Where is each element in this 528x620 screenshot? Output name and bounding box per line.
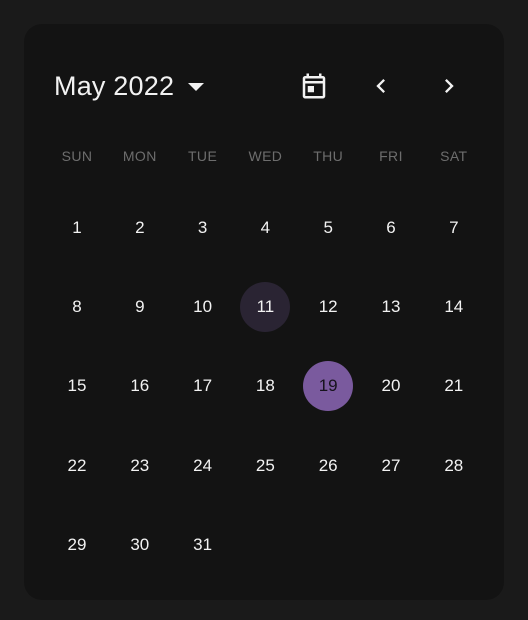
day-14[interactable]: 14	[429, 282, 479, 332]
day-25[interactable]: 25	[240, 441, 290, 491]
weekday-label-sat: SAT	[440, 148, 468, 164]
weekday-label-fri: FRI	[379, 148, 403, 164]
day-28[interactable]: 28	[429, 441, 479, 491]
day-7[interactable]: 7	[429, 203, 479, 253]
day-1[interactable]: 1	[52, 203, 102, 253]
day-12[interactable]: 12	[303, 282, 353, 332]
day-2[interactable]: 2	[115, 203, 165, 253]
day-10[interactable]: 10	[178, 282, 228, 332]
day-6[interactable]: 6	[366, 203, 416, 253]
day-22[interactable]: 22	[52, 441, 102, 491]
weekday-label-wed: WED	[248, 148, 283, 164]
day-20[interactable]: 20	[366, 361, 416, 411]
weekday-label-thu: THU	[313, 148, 344, 164]
day-8[interactable]: 8	[52, 282, 102, 332]
day-16[interactable]: 16	[115, 361, 165, 411]
day-24[interactable]: 24	[178, 441, 228, 491]
day-29[interactable]: 29	[52, 520, 102, 570]
day-31[interactable]: 31	[178, 520, 228, 570]
day-23[interactable]: 23	[115, 441, 165, 491]
date-picker-card: May 2022 SUN MON TUE WED THU FRI SAT 123456789…	[24, 24, 504, 600]
day-13[interactable]: 13	[366, 282, 416, 332]
calendar-header: May 2022	[24, 64, 504, 108]
day-11[interactable]: 11	[240, 282, 291, 333]
weekday-label-sun: SUN	[61, 148, 93, 164]
weekday-header-row: SUN MON TUE WED THU FRI SAT	[24, 148, 504, 172]
day-18[interactable]: 18	[240, 361, 290, 411]
day-17[interactable]: 17	[178, 361, 228, 411]
previous-month-button[interactable]	[359, 64, 403, 108]
weekday-label-tue: TUE	[187, 148, 218, 164]
day-27[interactable]: 27	[366, 441, 416, 491]
day-26[interactable]: 26	[303, 441, 353, 491]
calendar-today-button[interactable]	[292, 64, 336, 108]
month-year-label: May 2022	[54, 70, 175, 101]
next-month-button[interactable]	[427, 64, 471, 108]
caret-down-icon	[188, 83, 205, 91]
day-9[interactable]: 9	[115, 282, 165, 332]
day-4[interactable]: 4	[240, 203, 290, 253]
day-5[interactable]: 5	[303, 203, 353, 253]
day-19[interactable]: 19	[303, 361, 354, 412]
calendar-today-icon	[302, 73, 326, 99]
chevron-left-icon	[376, 79, 385, 93]
day-3[interactable]: 3	[178, 203, 228, 253]
month-year-selector[interactable]: May 2022	[54, 64, 205, 108]
weekday-label-mon: MON	[122, 148, 157, 164]
day-30[interactable]: 30	[115, 520, 165, 570]
day-21[interactable]: 21	[429, 361, 479, 411]
day-15[interactable]: 15	[52, 361, 102, 411]
chevron-right-icon	[445, 79, 454, 93]
